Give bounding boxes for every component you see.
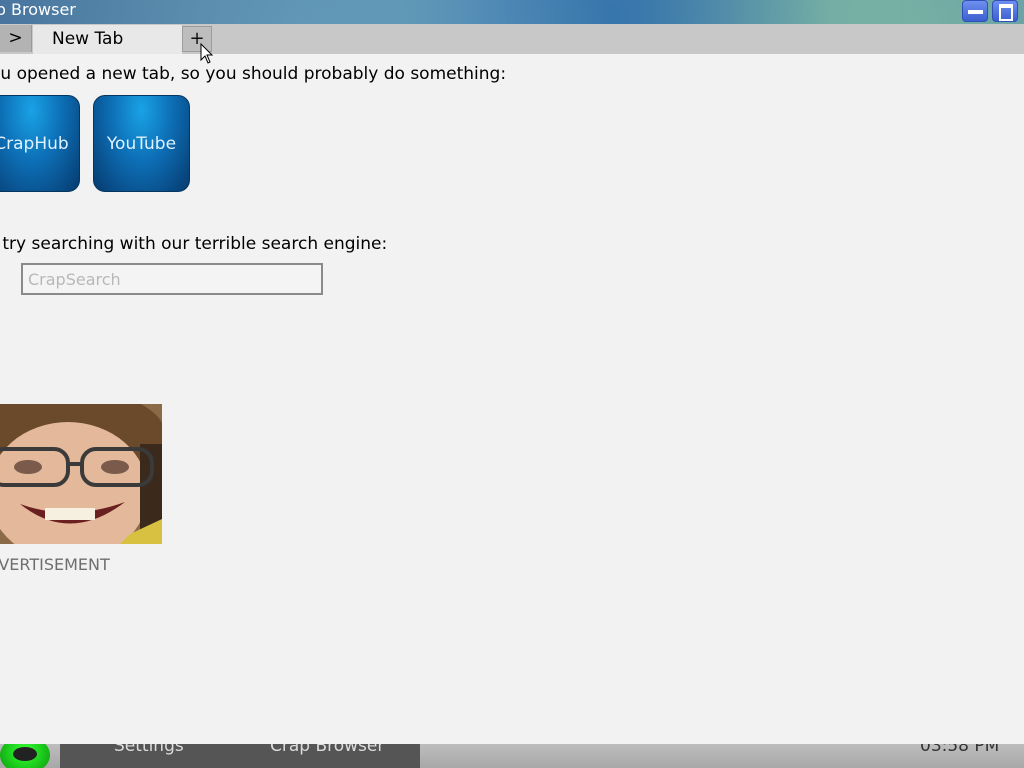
taskbar-item-crap-browser[interactable]: Crap Browser [270,744,384,756]
window-title: ap Browser [0,0,76,19]
tab-bar: > New Tab + [0,24,1024,54]
tab-new-tab[interactable]: New Tab [33,25,182,54]
minimize-icon [968,10,983,14]
start-icon [13,747,37,761]
tab-label: New Tab [52,29,124,49]
minimize-button[interactable] [962,0,988,22]
search-prompt-text: r try searching with our terrible search… [0,234,388,254]
intro-text: ou opened a new tab, so you should proba… [0,64,507,84]
advertisement-image[interactable] [0,404,162,544]
start-button[interactable] [0,744,50,768]
forward-button[interactable]: > [0,25,32,52]
maximize-icon [999,4,1013,21]
advertisement-caption: OVERTISEMENT [0,555,110,574]
mouse-cursor-icon [200,43,214,64]
taskbar-item-settings[interactable]: Settings [114,744,184,756]
title-bar[interactable]: ap Browser [0,0,1024,24]
advertisement-photo [0,404,162,544]
taskbar-clock: 03:58 PM [920,744,1000,756]
shortcut-youtube[interactable]: YouTube [93,95,190,192]
maximize-button[interactable] [992,0,1018,22]
page-content: ou opened a new tab, so you should proba… [0,54,1024,744]
shortcut-craphub[interactable]: CrapHub [0,95,80,192]
taskbar: Settings Crap Browser 03:58 PM [0,744,1024,768]
search-input[interactable] [21,263,323,295]
